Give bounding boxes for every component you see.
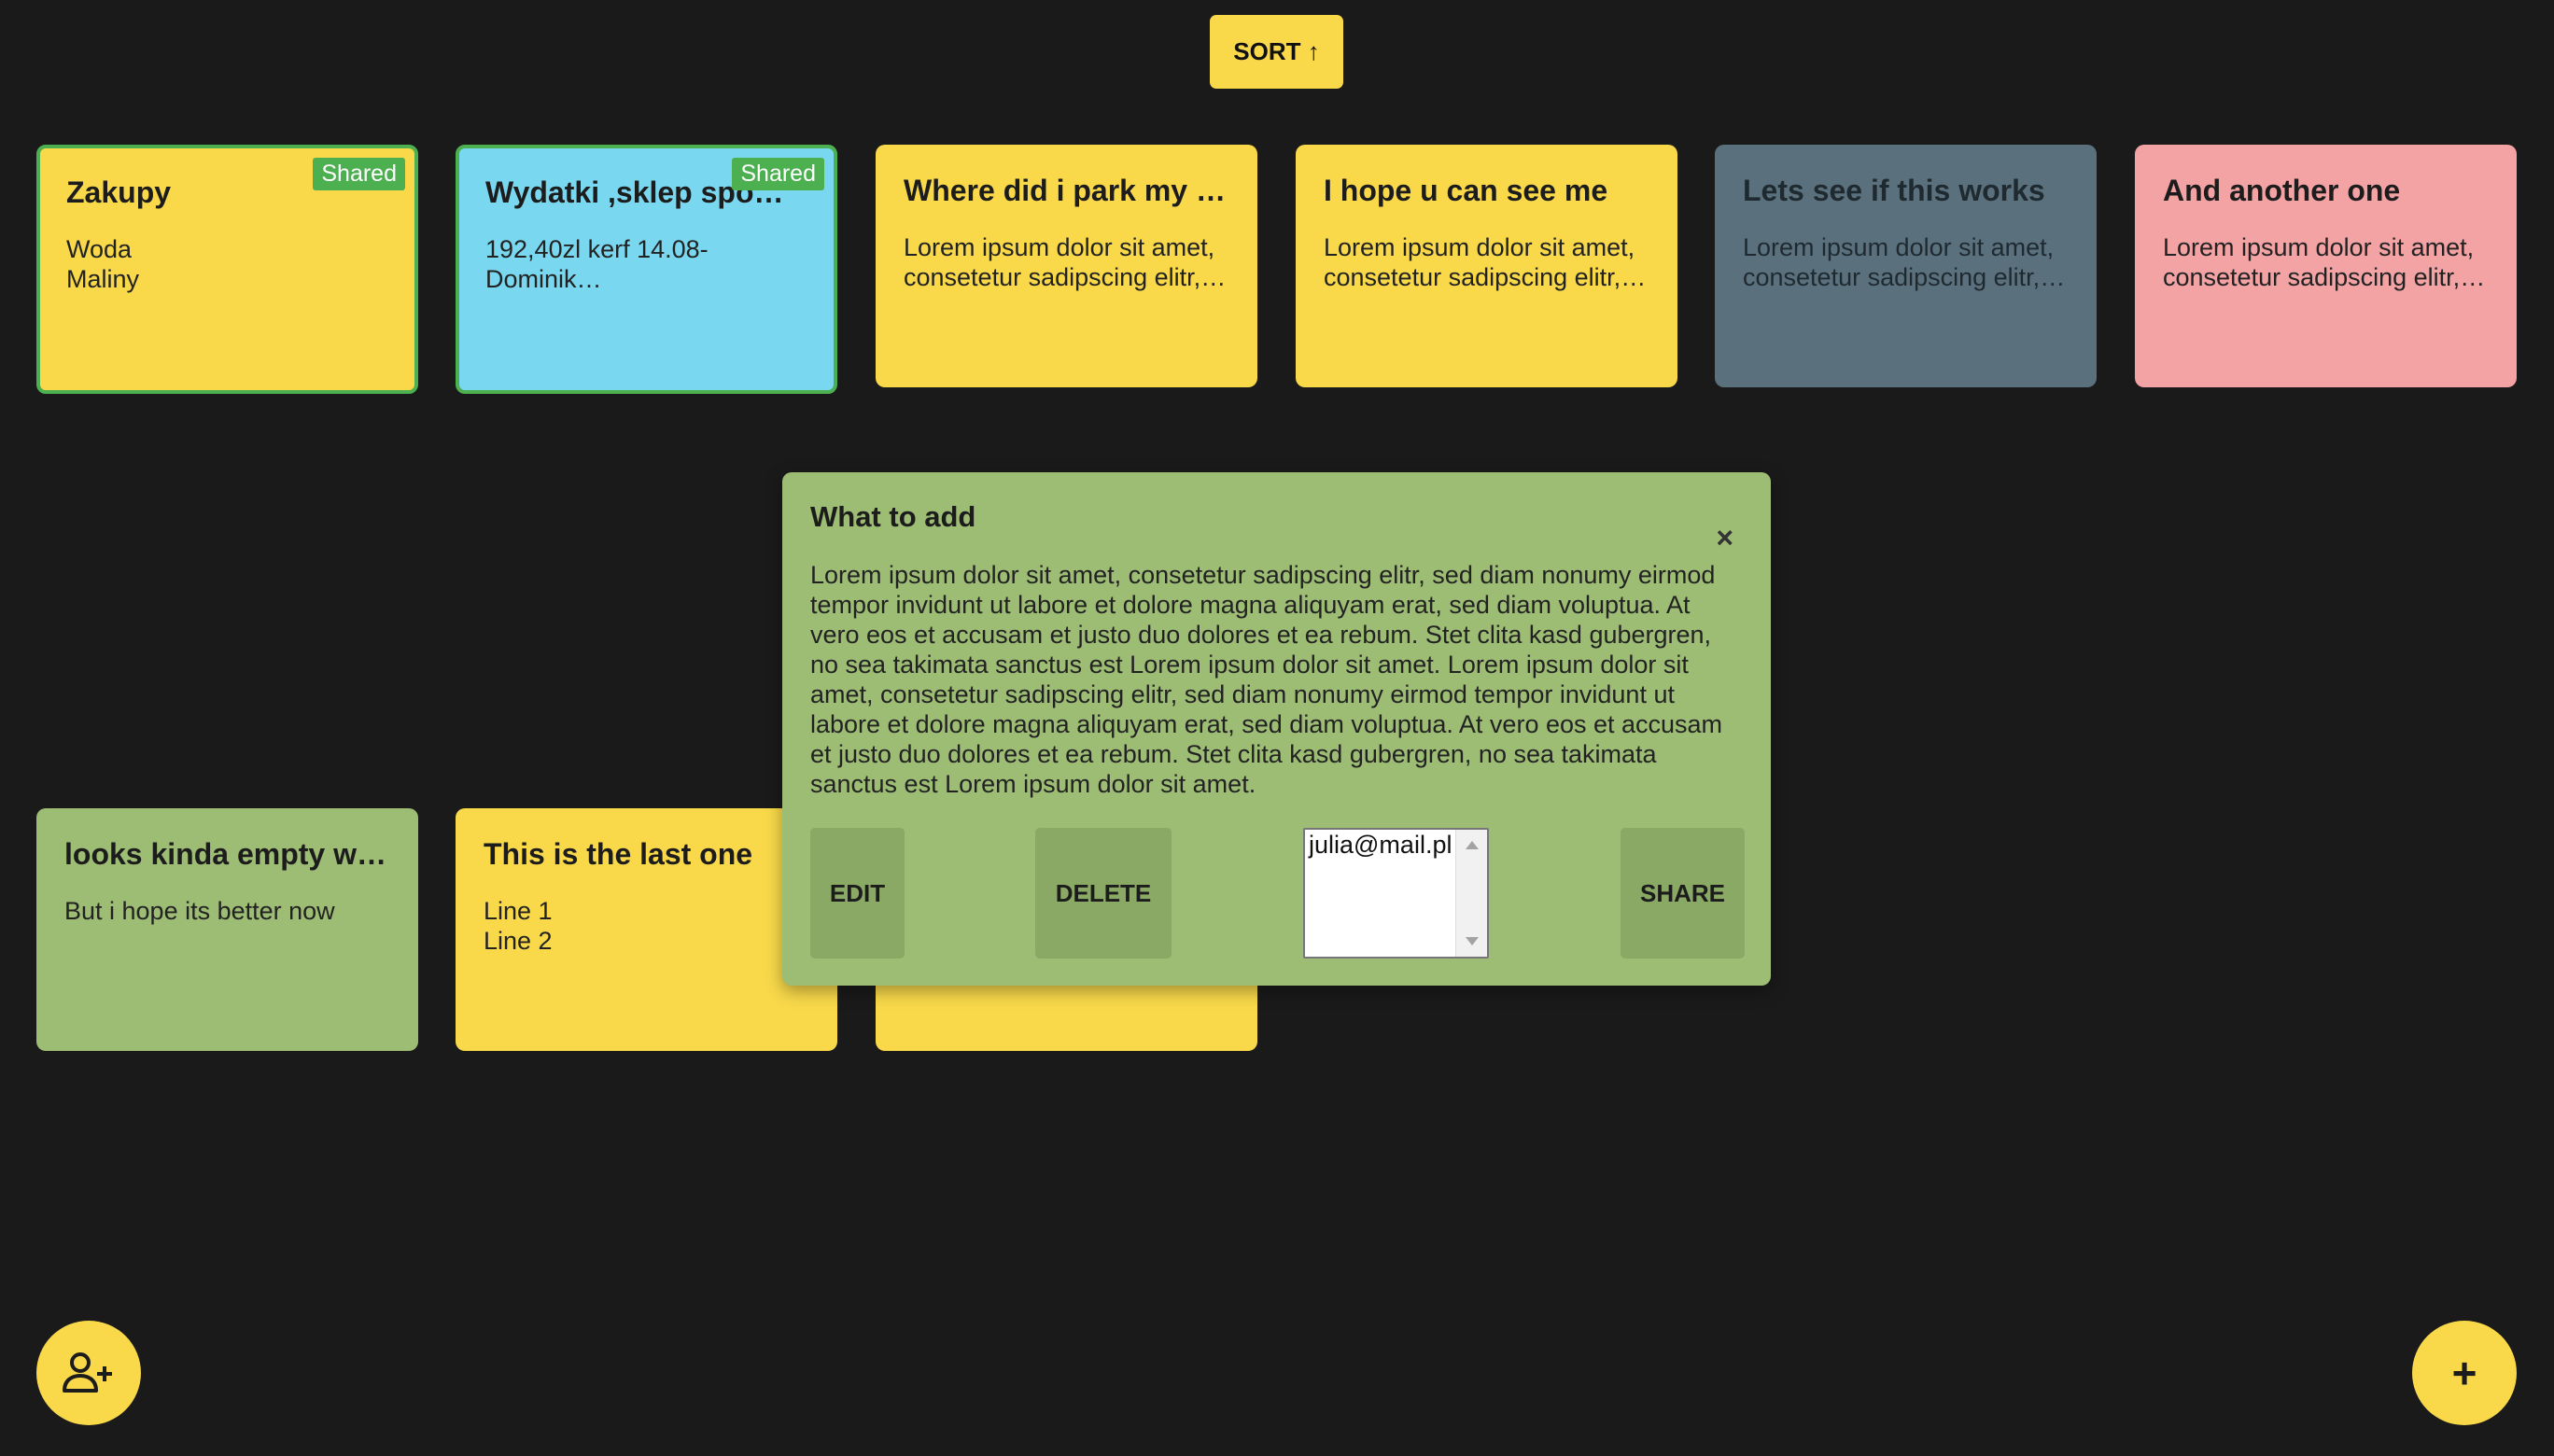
note-card[interactable]: And another one Lorem ipsum dolor sit am…	[2135, 145, 2517, 387]
plus-icon: +	[2451, 1349, 2477, 1397]
note-card[interactable]: Lets see if this works Lorem ipsum dolor…	[1715, 145, 2097, 387]
note-body: But i hope its better now	[64, 897, 335, 926]
sort-button[interactable]: SORT ↑	[1210, 15, 1343, 89]
shared-badge: Shared	[313, 158, 405, 190]
modal-body: Lorem ipsum dolor sit amet, consetetur s…	[810, 561, 1723, 798]
modal-actions: EDIT DELETE julia@mail.pl SHARE	[810, 828, 1745, 959]
person-add-icon	[63, 1352, 112, 1393]
note-card[interactable]: Shared Zakupy Woda Maliny	[36, 145, 418, 394]
note-body: Lorem ipsum dolor sit amet, consetetur s…	[1324, 233, 1635, 292]
note-title: And another one	[2163, 174, 2401, 207]
note-body: Woda Maliny	[66, 235, 140, 294]
note-title: Lets see if this works	[1743, 174, 2045, 207]
delete-button[interactable]: DELETE	[1035, 828, 1172, 959]
notes-board: SORT ↑ Shared Zakupy Woda Maliny Shared …	[0, 0, 2554, 1456]
note-body: Lorem ipsum dolor sit amet, consetetur s…	[1743, 233, 2055, 292]
close-icon[interactable]: ×	[1716, 521, 1733, 555]
note-body: Line 1 Line 2	[484, 897, 553, 956]
scroll-up-icon[interactable]	[1466, 841, 1479, 849]
shared-users-list[interactable]: julia@mail.pl	[1303, 828, 1489, 959]
note-detail-modal: What to add × Lorem ipsum dolor sit amet…	[782, 472, 1771, 986]
add-note-button[interactable]: +	[2412, 1321, 2517, 1425]
note-title: I hope u can see me	[1324, 174, 1608, 207]
edit-button[interactable]: EDIT	[810, 828, 905, 959]
note-card[interactable]: This is the last one Line 1 Line 2	[456, 808, 837, 1051]
note-card[interactable]: I hope u can see me Lorem ipsum dolor si…	[1296, 145, 1677, 387]
note-title: looks kinda empty without	[64, 837, 390, 871]
modal-title: What to add	[810, 500, 976, 533]
note-body: Lorem ipsum dolor sit amet, consetetur s…	[904, 233, 1215, 292]
note-title: This is the last one	[484, 837, 753, 871]
scroll-down-icon[interactable]	[1466, 937, 1479, 945]
add-user-button[interactable]	[36, 1321, 141, 1425]
note-card[interactable]: looks kinda empty without But i hope its…	[36, 808, 418, 1051]
note-card[interactable]: Shared Wydatki ,sklep spożywczy 192,40zl…	[456, 145, 837, 394]
note-body: 192,40zl kerf 14.08- Dominik…	[485, 235, 709, 294]
note-body: Lorem ipsum dolor sit amet, consetetur s…	[2163, 233, 2475, 292]
note-card[interactable]: Where did i park my car Lorem ipsum dolo…	[876, 145, 1257, 387]
shared-badge: Shared	[732, 158, 824, 190]
share-button[interactable]: SHARE	[1621, 828, 1745, 959]
list-scrollbar[interactable]	[1455, 830, 1487, 957]
note-title: Where did i park my car	[904, 174, 1229, 207]
